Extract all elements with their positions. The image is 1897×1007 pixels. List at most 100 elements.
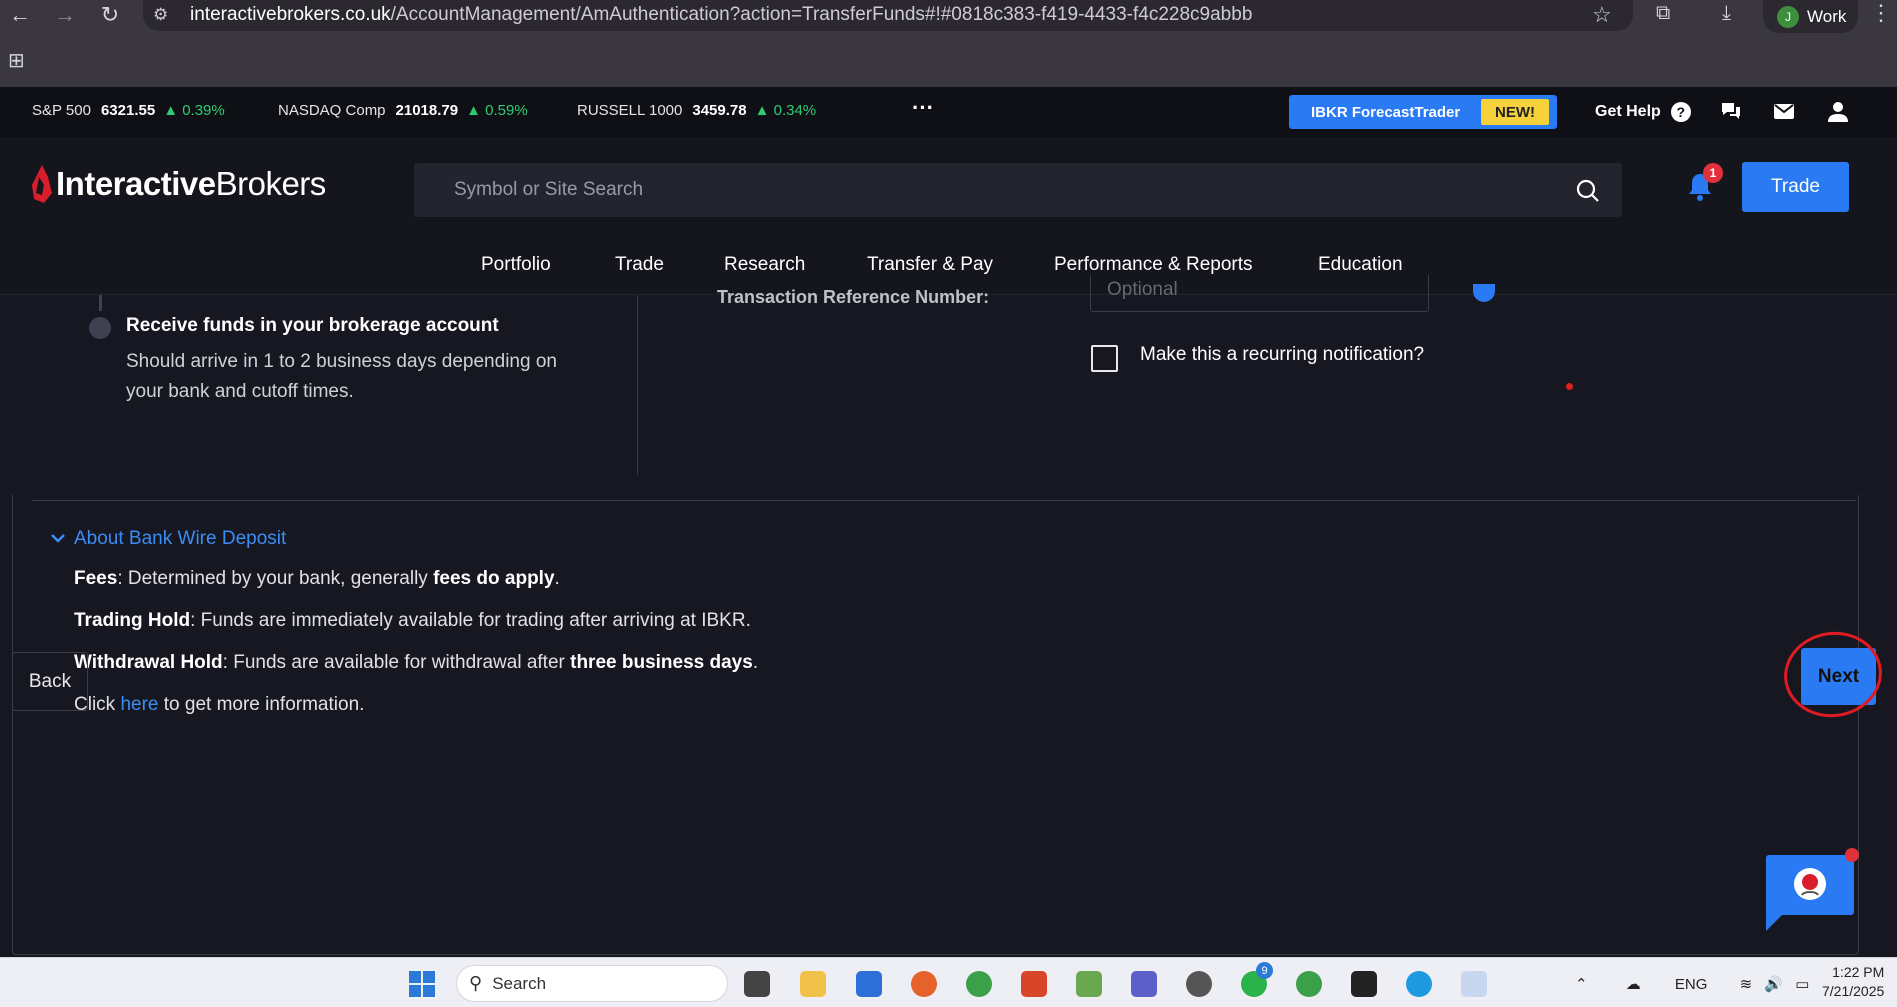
file-explorer-icon[interactable] xyxy=(800,971,826,997)
menu-performance-reports[interactable]: Performance & Reports xyxy=(1054,254,1253,276)
chat-tail xyxy=(1766,913,1784,931)
extensions-icon[interactable]: ⧉ xyxy=(1656,2,1670,25)
step-title: Receive funds in your brokerage account xyxy=(126,315,499,336)
download-icon[interactable]: ⤓ xyxy=(1722,2,1731,25)
whatsapp-badge: 9 xyxy=(1256,962,1273,979)
withdrawal-hold-line: Withdrawal Hold: Funds are available for… xyxy=(74,652,759,673)
app-icon[interactable] xyxy=(1076,971,1102,997)
withdrawal-hold-label: Withdrawal Hold xyxy=(74,652,223,673)
battery-icon[interactable]: ▭ xyxy=(1795,976,1809,993)
ticker-value: 3459.78 xyxy=(692,102,747,119)
taskbar: ⚲ Search 9 ⌃ ☁ ENG ≋ 🔊 ▭ 1:22 PM 7/21/20… xyxy=(0,957,1897,1007)
ticker-item[interactable]: NASDAQ Comp 21018.79 ▲ 0.59% xyxy=(278,102,528,119)
clock-date: 7/21/2025 xyxy=(1822,983,1885,999)
terminal-icon[interactable] xyxy=(1351,971,1377,997)
url-host: interactivebrokers.co.uk xyxy=(190,4,391,25)
menu-portfolio[interactable]: Portfolio xyxy=(481,254,551,276)
fees-text: : Determined by your bank, generally xyxy=(117,568,434,589)
windows-start-icon[interactable] xyxy=(409,971,435,997)
wifi-icon[interactable]: ≋ xyxy=(1740,976,1753,993)
forward-arrow-icon[interactable]: → xyxy=(45,0,85,30)
profile-chip[interactable]: J Work xyxy=(1763,0,1858,33)
site-search[interactable] xyxy=(414,163,1622,217)
chat-notification-dot xyxy=(1845,848,1859,862)
about-toggle-label: About Bank Wire Deposit xyxy=(74,528,287,549)
withdrawal-hold-text: : Funds are available for withdrawal aft… xyxy=(222,652,571,673)
more-info-link[interactable]: here xyxy=(120,694,158,715)
avatar: J xyxy=(1777,5,1799,28)
volume-icon[interactable]: 🔊 xyxy=(1764,976,1783,993)
recurring-checkbox[interactable] xyxy=(1091,345,1118,372)
reload-icon[interactable]: ↻ xyxy=(90,0,130,30)
taskbar-search[interactable]: ⚲ Search xyxy=(456,965,728,1002)
xampp-icon[interactable] xyxy=(1021,971,1047,997)
language-indicator[interactable]: ENG xyxy=(1675,976,1708,993)
back-arrow-icon[interactable]: ← xyxy=(0,0,40,30)
mail-icon[interactable] xyxy=(1774,104,1794,119)
site-info-icon[interactable]: ⚙ xyxy=(153,5,168,25)
step-connector xyxy=(99,295,102,311)
task-view-icon[interactable] xyxy=(744,971,770,997)
transfer-card xyxy=(12,495,1859,955)
about-bank-wire-toggle[interactable]: About Bank Wire Deposit xyxy=(50,528,286,550)
apps-grid-icon[interactable]: ⊞ xyxy=(8,48,25,73)
trading-hold-label: Trading Hold xyxy=(74,610,191,631)
cursor-marker xyxy=(1566,383,1573,390)
chevron-up-icon[interactable]: ⌃ xyxy=(1575,976,1588,993)
recurring-label: Make this a recurring notification? xyxy=(1140,344,1425,365)
teams-icon[interactable] xyxy=(1131,971,1157,997)
clock[interactable]: 1:22 PM 7/21/2025 xyxy=(1822,963,1884,1001)
ticker-change: ▲ 0.39% xyxy=(163,102,225,119)
help-icon: ? xyxy=(1670,102,1691,122)
store-icon[interactable] xyxy=(856,971,882,997)
menu-transfer-pay[interactable]: Transfer & Pay xyxy=(867,254,993,276)
clock-time: 1:22 PM xyxy=(1832,964,1885,980)
get-help-link[interactable]: Get Help ? xyxy=(1595,102,1691,122)
bookmark-star-icon[interactable]: ☆ xyxy=(1592,2,1612,28)
logo[interactable]: InteractiveBrokers xyxy=(30,163,326,205)
get-help-label: Get Help xyxy=(1595,103,1661,120)
main-content: Receive funds in your brokerage account … xyxy=(0,275,1897,957)
column-divider xyxy=(637,295,638,475)
browser-toolbar: ← → ↻ ⚙ interactivebrokers.co.uk/Account… xyxy=(0,0,1897,87)
forecast-trader-button[interactable]: IBKR ForecastTrader NEW! xyxy=(1289,95,1557,129)
ticker-change: ▲ 0.59% xyxy=(466,102,528,119)
browser-menu-icon[interactable]: ⋮ xyxy=(1870,0,1892,26)
url-text: interactivebrokers.co.uk/AccountManageme… xyxy=(190,4,1252,26)
chat-assistant-button[interactable] xyxy=(1766,855,1854,931)
search-icon[interactable] xyxy=(1576,179,1600,203)
reference-number-input[interactable] xyxy=(1107,279,1407,301)
ticker-item[interactable]: RUSSELL 1000 3459.78 ▲ 0.34% xyxy=(577,102,816,119)
ticker-change: ▲ 0.34% xyxy=(754,102,817,119)
chrome-icon[interactable] xyxy=(966,971,992,997)
fees-line: Fees: Determined by your bank, generally… xyxy=(74,568,560,589)
chrome-profile-icon[interactable] xyxy=(1296,971,1322,997)
menu-education[interactable]: Education xyxy=(1318,254,1403,276)
info-icon[interactable] xyxy=(1473,284,1495,302)
menu-trade[interactable]: Trade xyxy=(615,254,664,276)
search-input[interactable] xyxy=(454,179,1454,201)
url-path: /AccountManagement/AmAuthentication?acti… xyxy=(390,4,1253,25)
click-suffix: to get more information. xyxy=(158,694,365,715)
snipping-tool-icon[interactable] xyxy=(1461,971,1487,997)
chat-bubbles-icon[interactable] xyxy=(1720,101,1742,121)
user-icon[interactable] xyxy=(1827,101,1849,123)
forecast-label: IBKR ForecastTrader xyxy=(1311,104,1461,121)
edge-icon[interactable] xyxy=(1406,971,1432,997)
trade-button[interactable]: Trade xyxy=(1742,162,1849,212)
app-icon[interactable] xyxy=(1186,971,1212,997)
firefox-icon[interactable] xyxy=(911,971,937,997)
back-button[interactable]: Back xyxy=(12,652,88,711)
more-icon[interactable]: ··· xyxy=(912,95,934,121)
ticker-value: 6321.55 xyxy=(100,102,156,119)
reference-number-field[interactable] xyxy=(1090,275,1429,312)
section-divider xyxy=(32,500,1856,501)
fees-bold: fees do apply xyxy=(433,568,555,589)
ticker-item[interactable]: S&P 500 6321.55 ▲ 0.39% xyxy=(32,102,225,119)
ticker-change-value: 0.34% xyxy=(773,102,817,119)
ticker-change-value: 0.39% xyxy=(182,102,225,119)
cloud-icon[interactable]: ☁ xyxy=(1626,976,1641,993)
menu-research[interactable]: Research xyxy=(724,254,805,276)
search-icon: ⚲ xyxy=(469,973,483,993)
logo-bold: Interactive xyxy=(56,165,216,202)
